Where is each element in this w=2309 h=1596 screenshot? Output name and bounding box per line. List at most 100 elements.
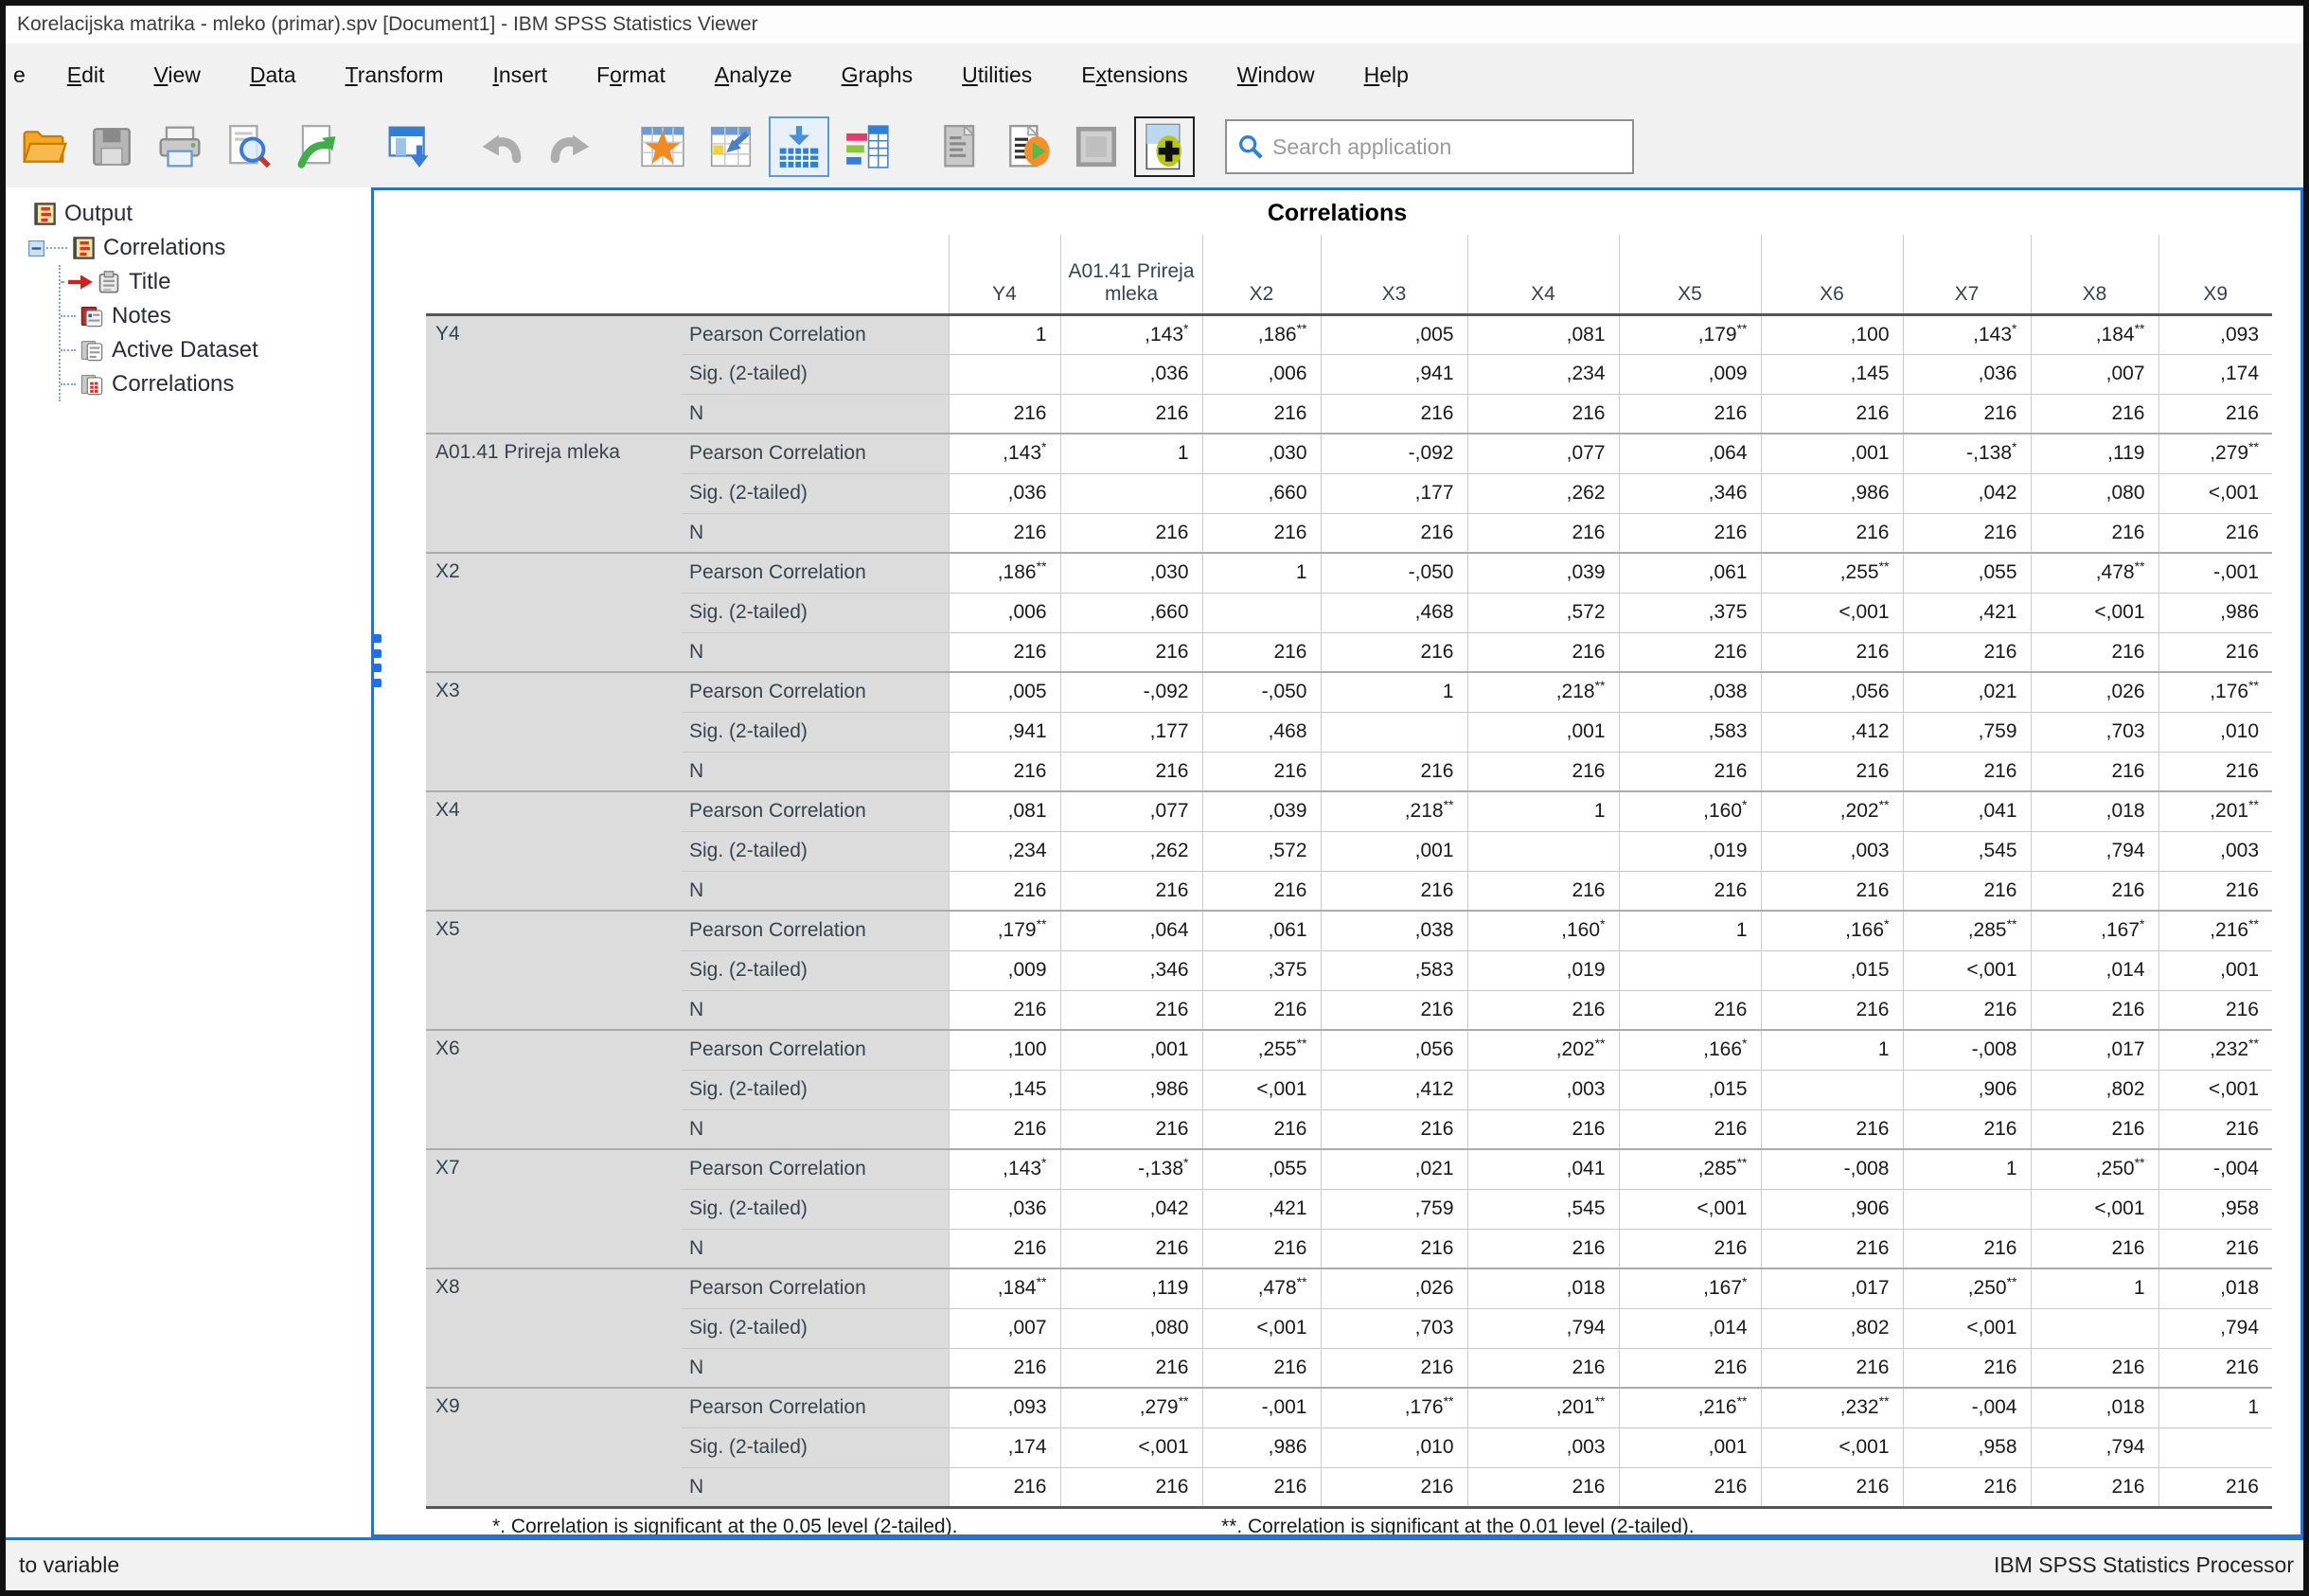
pearson-cell[interactable]: ,056 (1321, 1030, 1467, 1070)
pearson-cell[interactable]: ,056 (1761, 672, 1903, 712)
n-cell[interactable]: 216 (1619, 632, 1761, 672)
pearson-cell[interactable]: 1 (1761, 1030, 1903, 1070)
sig-cell[interactable]: ,009 (1619, 354, 1761, 394)
n-cell[interactable]: 216 (1761, 752, 1903, 791)
n-cell[interactable]: 216 (2031, 513, 2158, 553)
pearson-cell[interactable]: ,041 (1903, 791, 2031, 831)
sig-cell[interactable]: ,958 (2158, 1189, 2272, 1229)
stat-label[interactable]: Pearson Correlation (682, 314, 949, 354)
sig-cell[interactable]: <,001 (1619, 1189, 1761, 1229)
n-cell[interactable]: 216 (1467, 632, 1619, 672)
sig-cell[interactable]: ,412 (1761, 712, 1903, 752)
n-cell[interactable]: 216 (1467, 990, 1619, 1030)
n-cell[interactable]: 216 (1202, 513, 1321, 553)
sig-cell[interactable]: ,001 (2158, 950, 2272, 990)
pearson-cell[interactable]: -,092 (1321, 434, 1467, 473)
pearson-cell[interactable]: ,026 (1321, 1268, 1467, 1308)
n-cell[interactable]: 216 (1467, 1348, 1619, 1388)
sig-cell[interactable]: ,003 (1467, 1070, 1619, 1109)
sig-cell[interactable]: ,941 (949, 712, 1060, 752)
stat-label[interactable]: Pearson Correlation (682, 1149, 949, 1189)
n-cell[interactable]: 216 (1903, 1229, 2031, 1268)
stat-label[interactable]: N (682, 394, 949, 434)
n-cell[interactable]: 216 (1321, 871, 1467, 911)
n-cell[interactable]: 216 (1903, 752, 2031, 791)
stat-label[interactable]: Pearson Correlation (682, 911, 949, 950)
n-cell[interactable]: 216 (1619, 394, 1761, 434)
n-cell[interactable]: 216 (1619, 871, 1761, 911)
sig-cell[interactable]: ,421 (1202, 1189, 1321, 1229)
pearson-cell[interactable]: -,001 (2158, 553, 2272, 593)
n-cell[interactable]: 216 (2158, 1348, 2272, 1388)
sig-cell[interactable] (2031, 1308, 2158, 1348)
open-folder-icon[interactable] (13, 116, 74, 177)
pearson-cell[interactable]: ,216** (1619, 1388, 1761, 1428)
n-cell[interactable]: 216 (949, 871, 1060, 911)
pearson-cell[interactable]: ,255** (1202, 1030, 1321, 1070)
n-cell[interactable]: 216 (1761, 1109, 1903, 1149)
stat-label[interactable]: Sig. (2-tailed) (682, 593, 949, 632)
pearson-cell[interactable]: ,055 (1903, 553, 2031, 593)
tree-item-active-dataset[interactable]: Active Dataset (61, 333, 371, 367)
stat-label[interactable]: Sig. (2-tailed) (682, 1308, 949, 1348)
pearson-cell[interactable]: 1 (2031, 1268, 2158, 1308)
pearson-cell[interactable]: ,232** (2158, 1030, 2272, 1070)
n-cell[interactable]: 216 (1761, 990, 1903, 1030)
n-cell[interactable]: 216 (1060, 1467, 1202, 1507)
sig-cell[interactable]: ,174 (2158, 354, 2272, 394)
sig-cell[interactable]: ,145 (949, 1070, 1060, 1109)
stat-label[interactable]: Pearson Correlation (682, 672, 949, 712)
pearson-cell[interactable]: ,119 (1060, 1268, 1202, 1308)
pearson-cell[interactable]: ,478** (1202, 1268, 1321, 1308)
sig-cell[interactable]: <,001 (1903, 1308, 2031, 1348)
menu-window[interactable]: Window (1213, 53, 1340, 98)
sig-cell[interactable]: ,036 (949, 473, 1060, 513)
stat-label[interactable]: Sig. (2-tailed) (682, 831, 949, 871)
n-cell[interactable]: 216 (1202, 632, 1321, 672)
sig-cell[interactable] (1202, 593, 1321, 632)
sig-cell[interactable]: ,759 (1903, 712, 2031, 752)
n-cell[interactable]: 216 (2158, 1109, 2272, 1149)
n-cell[interactable]: 216 (2158, 871, 2272, 911)
n-cell[interactable]: 216 (1903, 1348, 2031, 1388)
pearson-cell[interactable]: ,167* (1619, 1268, 1761, 1308)
sig-cell[interactable]: ,986 (1761, 473, 1903, 513)
sig-cell[interactable]: ,145 (1761, 354, 1903, 394)
menu-utilities[interactable]: Utilities (937, 53, 1057, 98)
row-label-x9[interactable]: X9 (426, 1388, 682, 1507)
sig-cell[interactable]: ,019 (1619, 831, 1761, 871)
pearson-cell[interactable]: ,093 (2158, 314, 2272, 354)
goto-case-icon[interactable] (632, 116, 693, 177)
tree-item-correlations-group[interactable]: Correlations (6, 231, 371, 265)
n-cell[interactable]: 216 (1761, 513, 1903, 553)
n-cell[interactable]: 216 (1903, 1109, 2031, 1149)
sig-cell[interactable]: <,001 (2158, 473, 2272, 513)
pearson-cell[interactable]: ,285** (1619, 1149, 1761, 1189)
sig-cell[interactable]: ,262 (1060, 831, 1202, 871)
pearson-cell[interactable]: -,008 (1903, 1030, 2031, 1070)
column-header-x6[interactable]: X6 (1761, 235, 1903, 314)
pearson-cell[interactable]: ,166* (1619, 1030, 1761, 1070)
sig-cell[interactable]: ,234 (1467, 354, 1619, 394)
pearson-cell[interactable]: -,050 (1202, 672, 1321, 712)
sig-cell[interactable]: ,802 (1761, 1308, 1903, 1348)
pearson-cell[interactable]: ,143* (949, 1149, 1060, 1189)
n-cell[interactable]: 216 (1619, 1229, 1761, 1268)
pearson-cell[interactable]: ,179** (1619, 314, 1761, 354)
pearson-cell[interactable]: ,039 (1202, 791, 1321, 831)
row-label-x7[interactable]: X7 (426, 1149, 682, 1268)
stat-label[interactable]: Sig. (2-tailed) (682, 473, 949, 513)
n-cell[interactable]: 216 (949, 394, 1060, 434)
pearson-cell[interactable]: ,232** (1761, 1388, 1903, 1428)
search-input[interactable] (1272, 134, 1623, 160)
sig-cell[interactable]: ,660 (1202, 473, 1321, 513)
pearson-cell[interactable]: -,008 (1761, 1149, 1903, 1189)
menu-data[interactable]: Data (225, 53, 321, 98)
sig-cell[interactable]: ,375 (1202, 950, 1321, 990)
menu-transform[interactable]: Transform (321, 53, 469, 98)
pearson-cell[interactable]: ,176** (2158, 672, 2272, 712)
sig-cell[interactable]: ,262 (1467, 473, 1619, 513)
column-header-x4[interactable]: X4 (1467, 235, 1619, 314)
sig-cell[interactable]: ,006 (949, 593, 1060, 632)
sig-cell[interactable]: ,346 (1619, 473, 1761, 513)
